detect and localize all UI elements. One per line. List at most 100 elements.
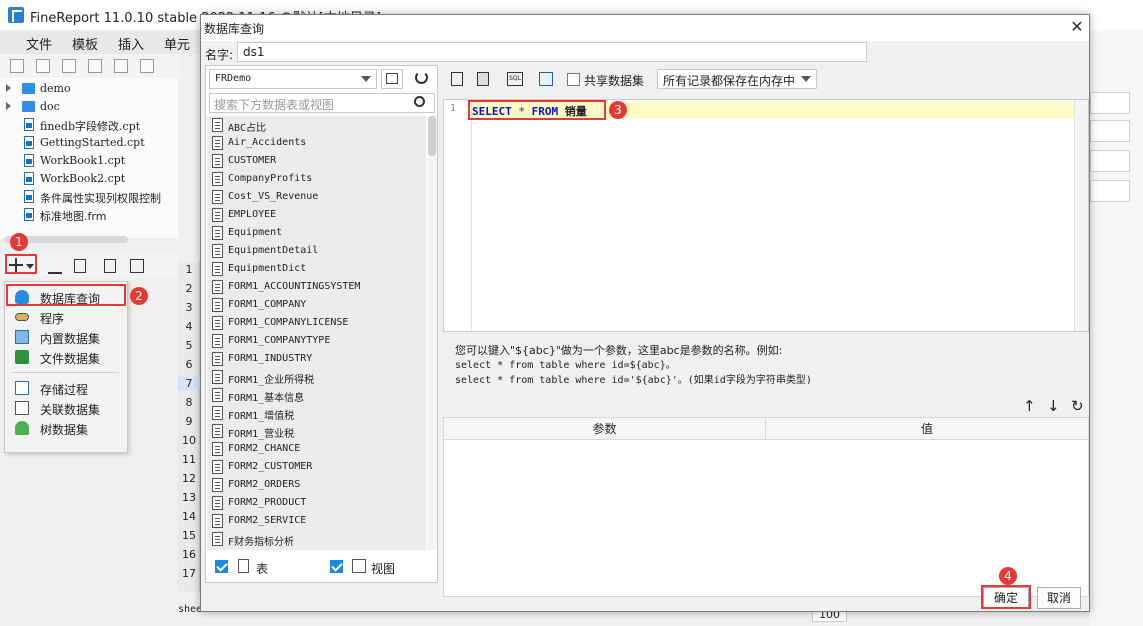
refresh-params-icon[interactable]: ↻ xyxy=(1071,397,1084,415)
tree-item-file[interactable]: finedb字段修改.cpt xyxy=(0,116,178,134)
copy-icon[interactable] xyxy=(140,59,154,73)
storage-mode-select[interactable]: 所有记录都保存在内存中 xyxy=(657,69,817,89)
delete-icon[interactable] xyxy=(114,59,128,73)
edit-icon[interactable] xyxy=(48,260,62,274)
row-number[interactable]: 6 xyxy=(178,358,200,371)
menu-item-program[interactable]: 程序 xyxy=(5,307,127,327)
table-list-item[interactable]: Cost_VS_Revenue xyxy=(207,188,426,206)
tree-item-file[interactable]: GettingStarted.cpt xyxy=(0,134,178,152)
row-number[interactable]: 13 xyxy=(178,491,200,504)
sql-editor-scrollbar[interactable] xyxy=(1074,100,1088,331)
row-number[interactable]: 2 xyxy=(178,282,200,295)
share-dataset-checkbox[interactable] xyxy=(567,73,580,86)
table-list-item[interactable]: FORM2_PRODUCT xyxy=(207,494,426,512)
tree-item-file[interactable]: 标准地图.frm xyxy=(0,206,178,224)
table-list-item[interactable]: FORM1_基本信息 xyxy=(207,386,426,404)
menu-template[interactable]: 模板 xyxy=(72,34,98,53)
table-list-item[interactable]: FORM2_SERVICE xyxy=(207,512,426,530)
dataset-name-input[interactable]: ds1 xyxy=(237,42,867,62)
cancel-button[interactable]: 取消 xyxy=(1037,587,1081,609)
expand-arrow-icon[interactable] xyxy=(6,102,11,110)
table-list-scrollbar[interactable] xyxy=(427,116,437,550)
row-number[interactable]: 14 xyxy=(178,510,200,523)
row-number[interactable]: 8 xyxy=(178,396,200,409)
table-list-item[interactable]: FORM1_营业税 xyxy=(207,422,426,440)
param-value-column[interactable]: 值 xyxy=(766,418,1088,440)
row-number[interactable]: 9 xyxy=(178,415,200,428)
paste-icon[interactable] xyxy=(539,72,553,86)
table-list-item[interactable]: FORM1_COMPANYTYPE xyxy=(207,332,426,350)
table-list-item[interactable]: EMPLOYEE xyxy=(207,206,426,224)
table-list-item[interactable]: ABC占比 xyxy=(207,116,426,134)
table-list-item[interactable]: FORM2_CHANCE xyxy=(207,440,426,458)
show-views-checkbox[interactable] xyxy=(330,560,343,573)
move-up-icon[interactable]: ↑ xyxy=(1023,397,1036,415)
property-field[interactable] xyxy=(1090,120,1130,142)
table-list-item[interactable]: FORM1_COMPANYLICENSE xyxy=(207,314,426,332)
property-field[interactable] xyxy=(1090,180,1130,202)
table-list-item[interactable]: F财务指标分析 xyxy=(207,530,426,548)
menu-item-related-dataset[interactable]: 关联数据集 xyxy=(5,398,127,418)
tree-item-doc[interactable]: doc xyxy=(0,98,178,116)
table-list-item[interactable]: FORM1_COMPANY xyxy=(207,296,426,314)
close-icon[interactable]: ✕ xyxy=(1067,17,1087,37)
row-number[interactable]: 11 xyxy=(178,453,200,466)
row-number[interactable]: 4 xyxy=(178,320,200,333)
open-icon[interactable] xyxy=(62,59,76,73)
move-down-icon[interactable]: ↓ xyxy=(1047,397,1060,415)
preview-icon[interactable] xyxy=(451,72,463,86)
param-name-column[interactable]: 参数 xyxy=(444,418,766,440)
new-file-icon[interactable] xyxy=(10,59,24,73)
settings-icon[interactable] xyxy=(88,59,102,73)
menu-item-tree-dataset[interactable]: 树数据集 xyxy=(5,418,127,438)
menu-insert[interactable]: 插入 xyxy=(118,34,144,53)
expand-arrow-icon[interactable] xyxy=(6,84,11,92)
row-number[interactable]: 5 xyxy=(178,339,200,352)
scrollbar-thumb[interactable] xyxy=(428,116,436,156)
property-field[interactable] xyxy=(1090,92,1130,114)
row-number[interactable]: 10 xyxy=(178,434,200,447)
menu-item-stored-procedure[interactable]: 存储过程 xyxy=(5,378,127,398)
table-list-item[interactable]: FORM2_ORDERS xyxy=(207,476,426,494)
table-list-item[interactable]: Equipment xyxy=(207,224,426,242)
parameter-table: 参数 值 xyxy=(443,417,1089,597)
table-list-item[interactable]: Air_Accidents xyxy=(207,134,426,152)
search-icon[interactable] xyxy=(414,96,425,107)
property-field[interactable] xyxy=(1090,150,1130,172)
table-list-item[interactable]: CUSTOMER xyxy=(207,152,426,170)
menu-item-file-dataset[interactable]: 文件数据集 xyxy=(5,347,127,367)
tree-item-file[interactable]: 条件属性实现列权限控制 xyxy=(0,188,178,206)
table-list-item[interactable]: FORM1_ACCOUNTINGSYSTEM xyxy=(207,278,426,296)
row-number[interactable]: 1 xyxy=(178,263,200,276)
save-icon[interactable] xyxy=(477,72,489,86)
table-search-input[interactable]: 搜索下方数据表或视图 xyxy=(209,93,435,113)
trash-icon[interactable] xyxy=(74,259,86,273)
table-list-item[interactable]: CompanyProfits xyxy=(207,170,426,188)
refresh-icon[interactable] xyxy=(36,59,50,73)
preview-icon[interactable] xyxy=(104,259,116,273)
table-list-item[interactable]: FORM1_增值税 xyxy=(207,404,426,422)
connection-select[interactable]: FRDemo xyxy=(209,69,377,89)
table-list-item[interactable]: EquipmentDetail xyxy=(207,242,426,260)
connection-settings-button[interactable] xyxy=(381,69,403,89)
dataset-info-icon[interactable] xyxy=(130,259,144,273)
tree-item-file[interactable]: WorkBook2.cpt xyxy=(0,170,178,188)
row-number[interactable]: 7 xyxy=(178,377,200,390)
table-list-item[interactable]: FORM1_企业所得税 xyxy=(207,368,426,386)
row-number[interactable]: 17 xyxy=(178,567,200,580)
row-number[interactable]: 16 xyxy=(178,548,200,561)
table-list-item[interactable]: FORM2_CUSTOMER xyxy=(207,458,426,476)
refresh-button[interactable] xyxy=(411,69,433,89)
menu-item-builtin-dataset[interactable]: 内置数据集 xyxy=(5,327,127,347)
table-list-item[interactable]: EquipmentDict xyxy=(207,260,426,278)
sql-format-icon[interactable]: SQL xyxy=(507,72,523,86)
table-list-item[interactable]: FORM1_INDUSTRY xyxy=(207,350,426,368)
tree-item-file[interactable]: WorkBook1.cpt xyxy=(0,152,178,170)
row-number[interactable]: 3 xyxy=(178,301,200,314)
show-tables-checkbox[interactable] xyxy=(215,560,228,573)
row-number[interactable]: 15 xyxy=(178,529,200,542)
tree-item-demo[interactable]: demo xyxy=(0,80,178,98)
menu-file[interactable]: 文件 xyxy=(26,34,52,53)
row-number[interactable]: 12 xyxy=(178,472,200,485)
sql-editor[interactable]: 1 SELECT * FROM 销量 xyxy=(443,99,1089,332)
